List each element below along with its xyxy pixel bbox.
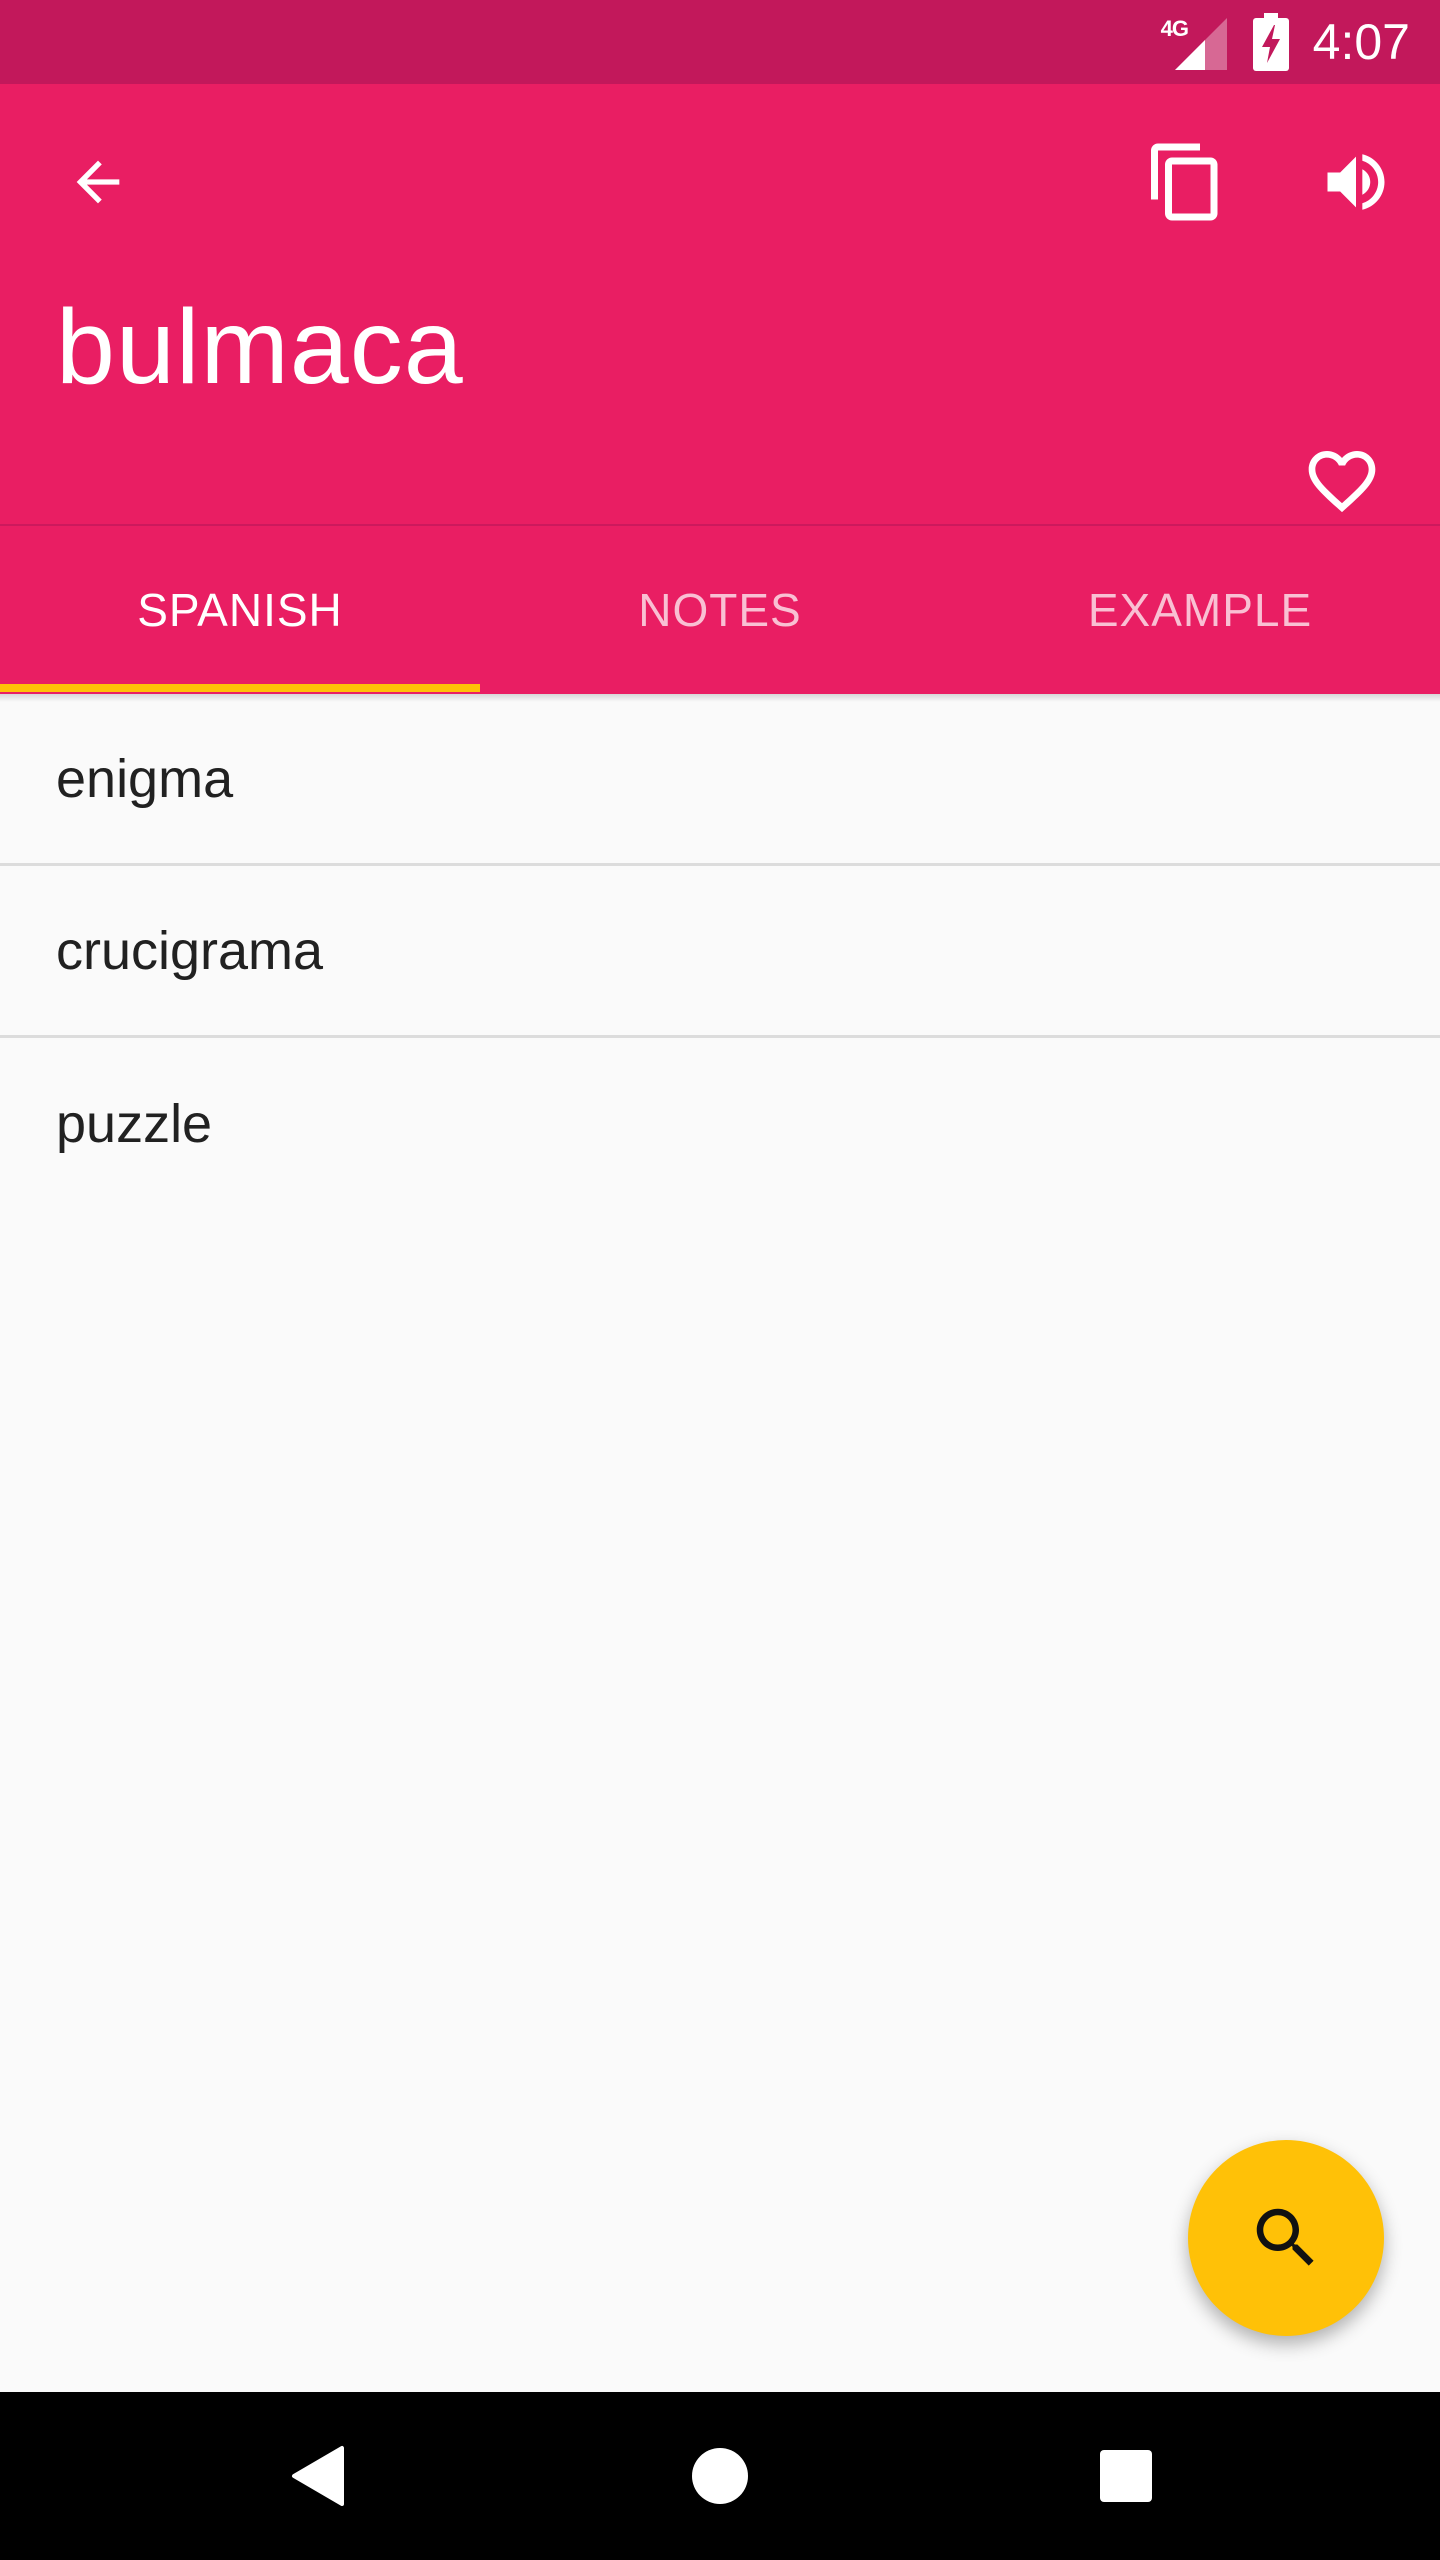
battery-charging-icon [1252, 13, 1289, 71]
clock: 4:07 [1312, 14, 1410, 70]
back-button[interactable] [42, 126, 154, 238]
nav-back-icon [292, 2446, 344, 2506]
list-item[interactable]: enigma [0, 694, 1440, 866]
navigation-bar [0, 2392, 1440, 2560]
tab-bar: SPANISH NOTES EXAMPLE [0, 526, 1440, 694]
favorite-button[interactable] [1286, 425, 1398, 537]
nav-back-button[interactable] [268, 2426, 368, 2526]
tab-example[interactable]: EXAMPLE [960, 526, 1440, 694]
volume-up-icon [1327, 154, 1385, 210]
heart-outline-icon [1308, 451, 1376, 513]
cell-signal: 4G [1161, 14, 1227, 70]
translation-list: enigma crucigrama puzzle [0, 694, 1440, 1210]
speak-button[interactable] [1300, 126, 1412, 238]
list-item[interactable]: puzzle [0, 1038, 1440, 1210]
search-icon [1256, 2208, 1314, 2266]
tab-notes[interactable]: NOTES [480, 526, 960, 694]
active-tab-indicator [0, 684, 480, 692]
signal-icon [1174, 18, 1227, 70]
arrow-back-icon [76, 160, 120, 204]
tab-spanish[interactable]: SPANISH [0, 526, 480, 694]
status-icons: 4G 4:07 [1161, 0, 1410, 84]
status-bar: 4G 4:07 [0, 0, 1440, 84]
nav-recents-icon [1100, 2450, 1152, 2502]
copy-button[interactable] [1130, 126, 1242, 238]
app-bar: bulmaca [0, 84, 1440, 528]
word-title: bulmaca [56, 288, 464, 406]
nav-home-button[interactable] [670, 2426, 770, 2526]
copy-icon [1151, 143, 1218, 221]
search-fab[interactable] [1188, 2140, 1384, 2336]
nav-home-icon [692, 2448, 748, 2504]
list-item[interactable]: crucigrama [0, 866, 1440, 1038]
nav-recents-button[interactable] [1076, 2426, 1176, 2526]
